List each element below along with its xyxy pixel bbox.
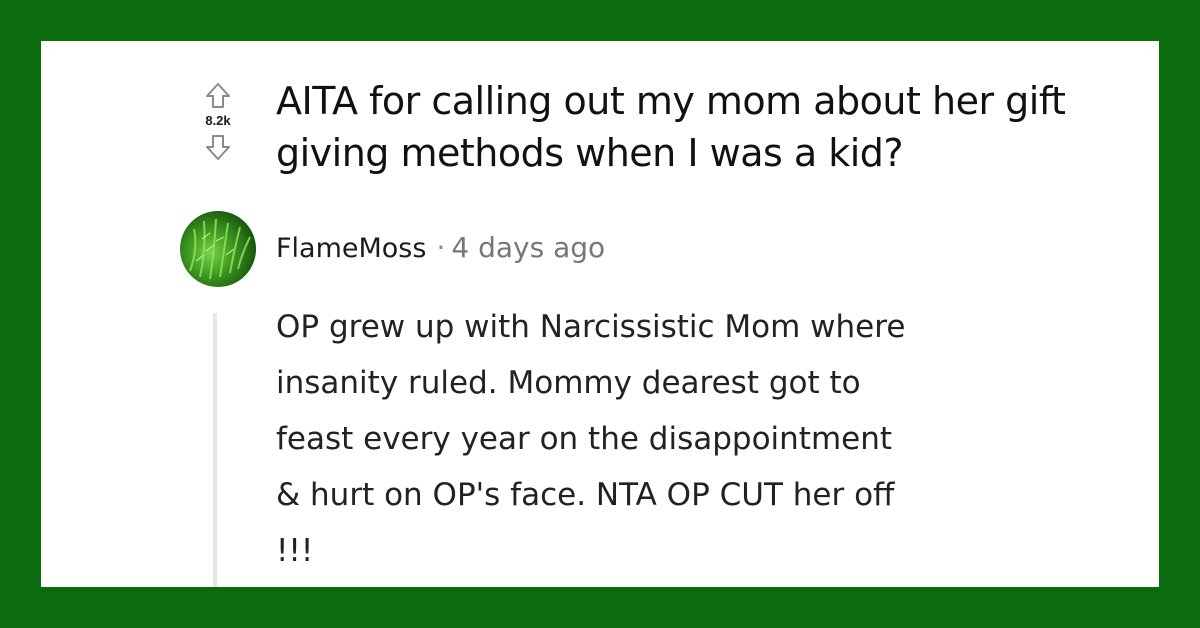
thread-line[interactable] — [213, 313, 217, 587]
vote-column: 8.2k — [196, 81, 240, 162]
comment-timestamp: 4 days ago — [451, 231, 606, 264]
moss-avatar-image — [189, 218, 251, 280]
comment-username[interactable]: FlameMoss — [276, 233, 426, 264]
vote-count: 8.2k — [205, 113, 231, 128]
downvote-icon[interactable] — [204, 132, 232, 162]
user-avatar[interactable] — [180, 211, 256, 287]
meta-separator: · — [436, 231, 446, 264]
post-title[interactable]: AITA for calling out my mom about her gi… — [276, 75, 1096, 179]
upvote-icon[interactable] — [204, 81, 232, 111]
green-frame: 8.2k AITA for calling out my mom about h… — [0, 0, 1200, 628]
reddit-card: 8.2k AITA for calling out my mom about h… — [41, 41, 1159, 587]
comment-body: OP grew up with Narcissistic Mom where i… — [276, 309, 906, 569]
comment-meta: FlameMoss · 4 days ago — [276, 231, 605, 264]
